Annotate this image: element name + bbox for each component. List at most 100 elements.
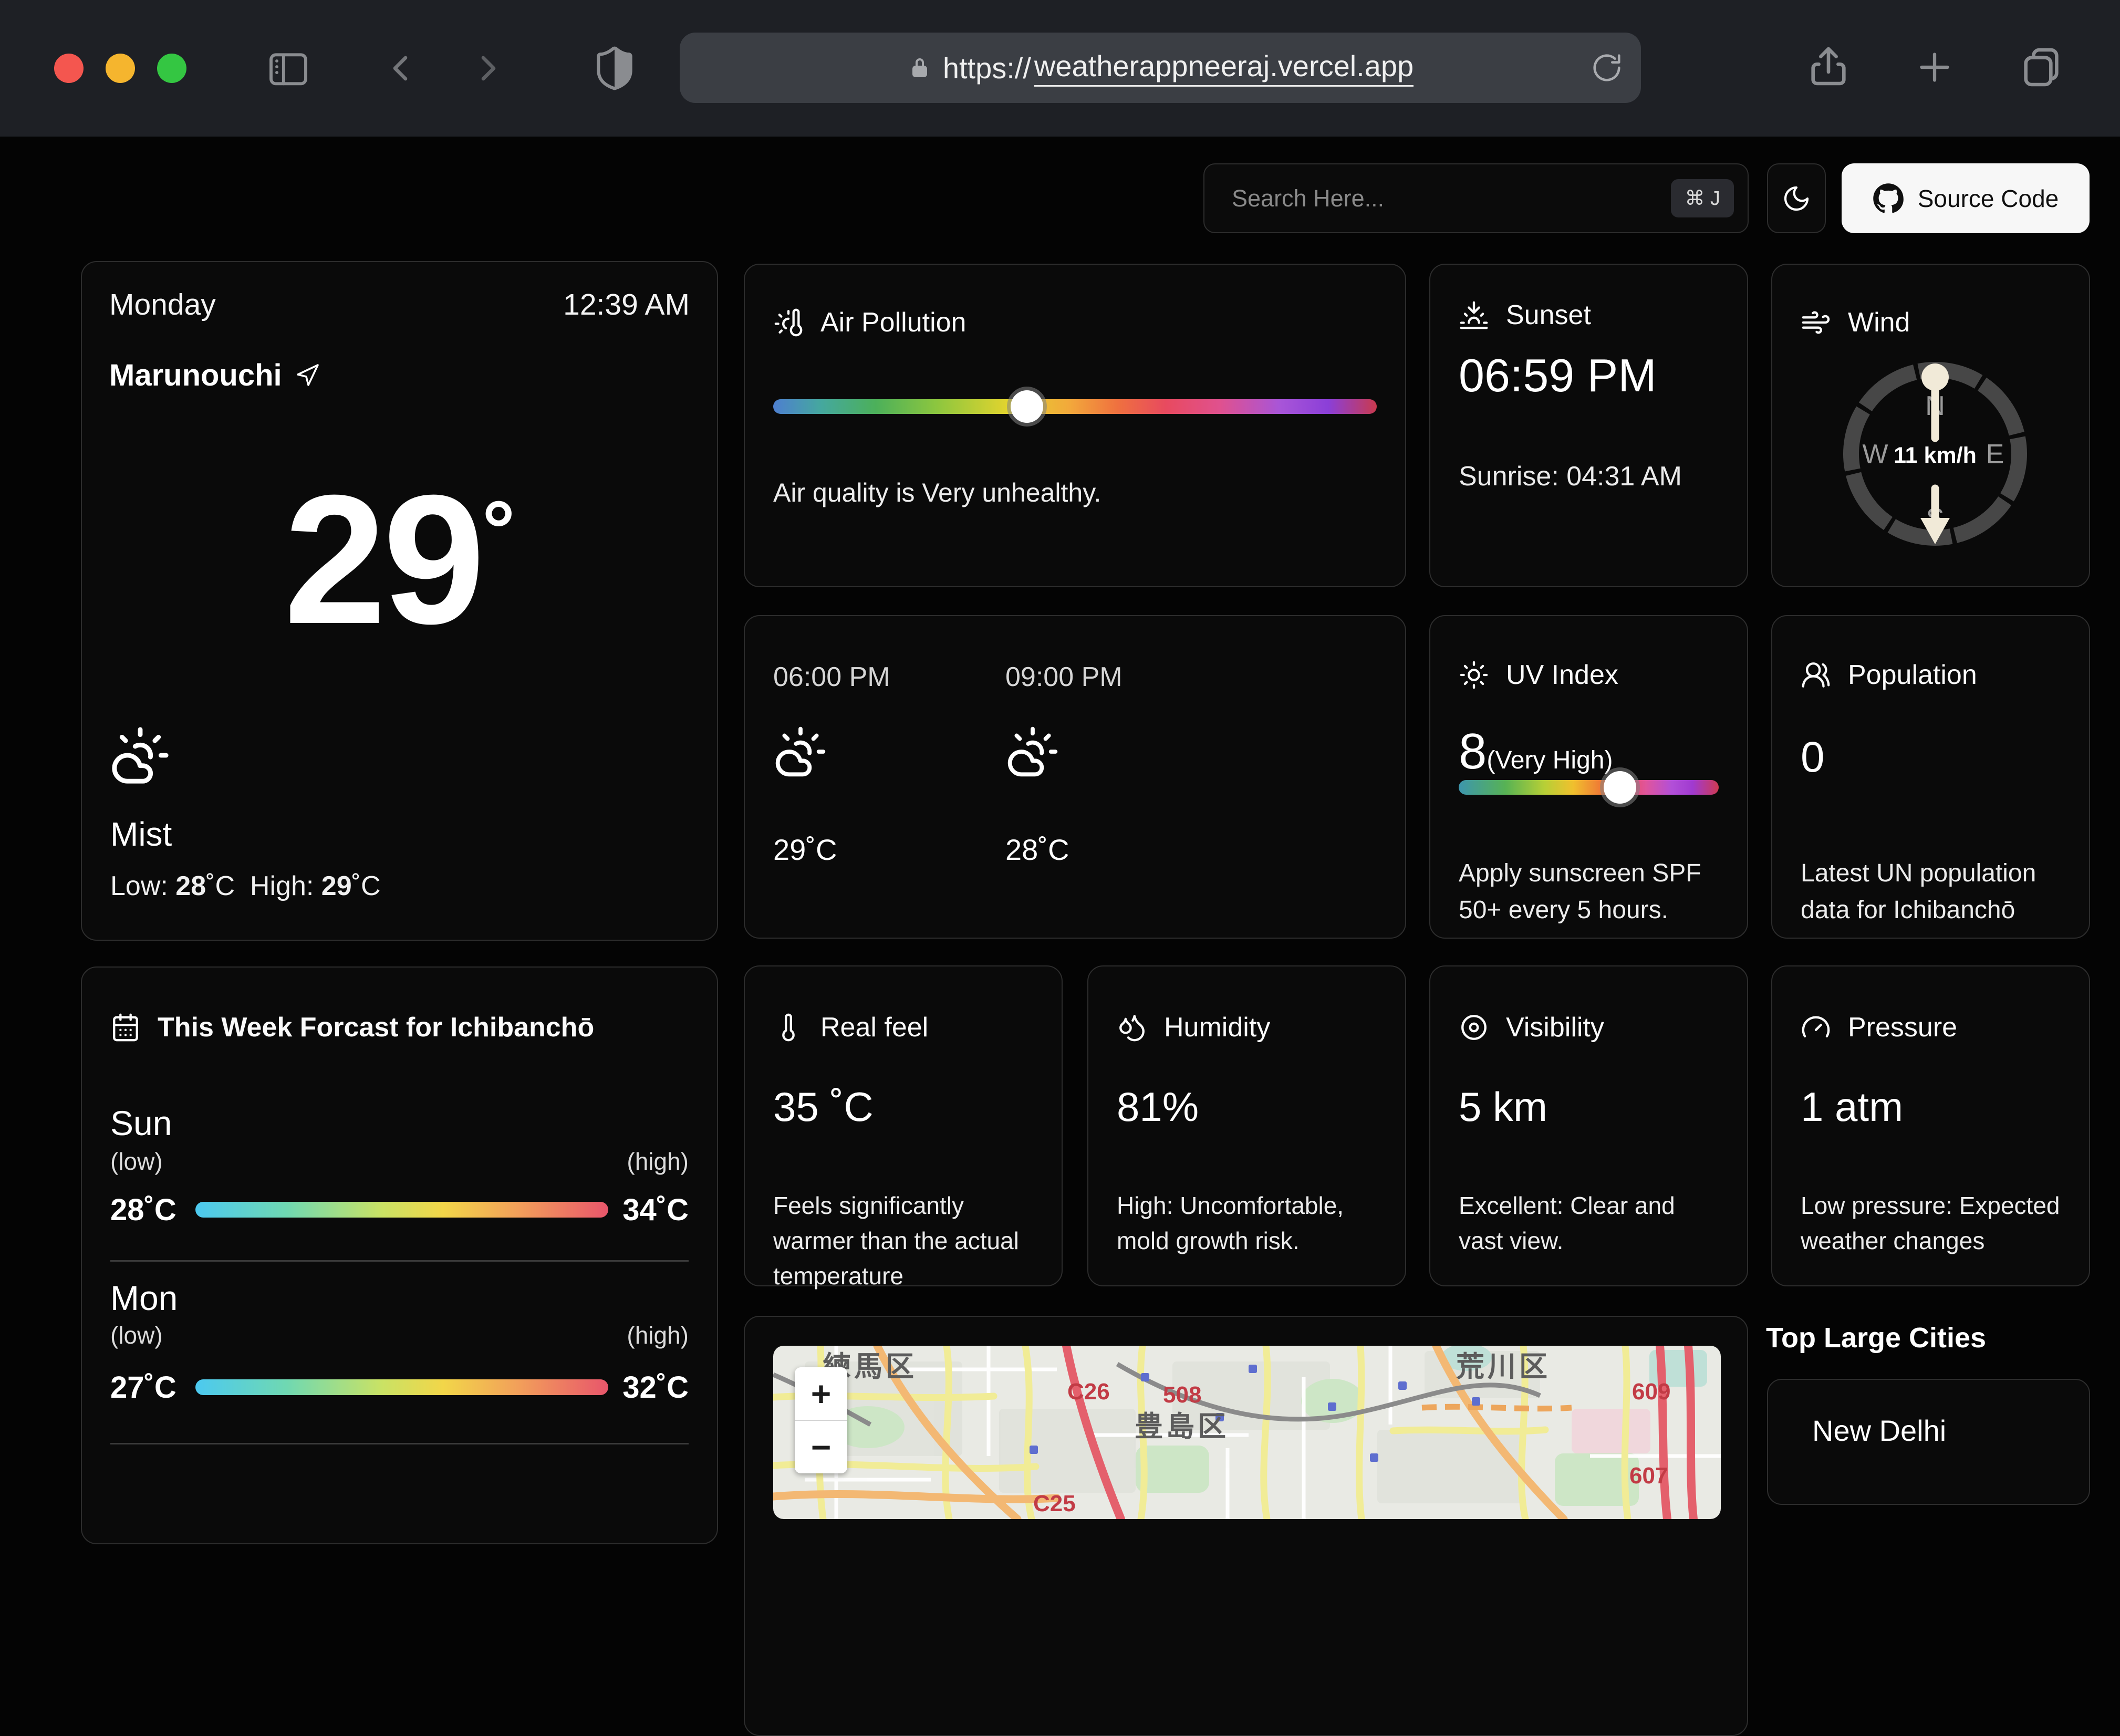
users-icon (1801, 660, 1831, 690)
uv-knob[interactable] (1604, 771, 1636, 804)
visibility-title: Visibility (1506, 1012, 1604, 1043)
uv-index-card: UV Index 8(Very High) Apply sunscreen SP… (1429, 615, 1748, 939)
window-minimize-button[interactable] (106, 54, 135, 83)
sun-icon (1459, 660, 1489, 690)
window-zoom-button[interactable] (157, 54, 186, 83)
theme-toggle-button[interactable] (1767, 163, 1826, 233)
current-day: Monday (109, 287, 216, 322)
population-value: 0 (1801, 733, 1825, 782)
map-route-label: 607 (1629, 1463, 1668, 1489)
visibility-icon (1459, 1012, 1489, 1043)
window-close-button[interactable] (54, 54, 84, 83)
address-bar[interactable]: https://weatherappneeraj.vercel.app (680, 33, 1641, 103)
sunset-icon (1459, 300, 1489, 330)
hourly-temp: 29˚C (773, 833, 837, 867)
population-title: Population (1848, 659, 1977, 691)
moon-icon (1782, 184, 1811, 213)
day-name: Sun (110, 1103, 172, 1143)
current-condition: Mist (110, 815, 172, 854)
real-feel-title: Real feel (820, 1012, 928, 1043)
hourly-forecast-card: 06:00 PM 29˚C 09:00 PM 28˚C (744, 615, 1406, 939)
visibility-value: 5 km (1459, 1083, 1547, 1131)
back-icon[interactable] (379, 47, 421, 89)
svg-text:E: E (1986, 439, 2004, 470)
air-pollution-title: Air Pollution (820, 307, 966, 338)
divider (110, 1443, 689, 1444)
weekly-forecast-card: This Week Forcast for Ichibanchō Sun (lo… (81, 966, 718, 1544)
air-quality-knob[interactable] (1011, 390, 1043, 423)
air-quality-status: Air quality is Very unhealthy. (773, 474, 1377, 512)
current-low-high: Low: 28˚C High: 29˚C (110, 870, 381, 902)
day-name: Mon (110, 1278, 178, 1318)
humidity-note: High: Uncomfortable, mold growth risk. (1117, 1188, 1377, 1259)
day-low-temp: 28˚C (110, 1192, 193, 1228)
sunset-card: Sunset 06:59 PM Sunrise: 04:31 AM (1429, 264, 1748, 587)
svg-text:W: W (1862, 439, 1888, 470)
low-label: (low) (110, 1147, 163, 1176)
visibility-note: Excellent: Clear and vast view. (1459, 1188, 1719, 1259)
current-location: Marunouchi (109, 358, 282, 393)
map-route-label: C25 (1033, 1491, 1076, 1516)
wind-speed: 11 km/h (1894, 443, 1977, 468)
humidity-title: Humidity (1164, 1012, 1270, 1043)
uv-value-row: 8(Very High) (1459, 726, 1613, 777)
pressure-card: Pressure 1 atm Low pressure: Expected we… (1771, 965, 2090, 1286)
droplets-icon (1117, 1012, 1147, 1043)
humidity-card: Humidity 81% High: Uncomfortable, mold g… (1087, 965, 1406, 1286)
city-name: New Delhi (1812, 1413, 1946, 1448)
sunset-time: 06:59 PM (1459, 349, 1657, 402)
tab-overview-icon[interactable] (2018, 44, 2064, 90)
humidity-value: 81% (1117, 1083, 1199, 1131)
uv-title: UV Index (1506, 659, 1618, 691)
map-area-label: 豊島区 (1135, 1411, 1229, 1442)
sidebar-toggle-icon[interactable] (265, 45, 311, 91)
map-zoom-in-button[interactable]: + (795, 1367, 847, 1420)
hourly-temp: 28˚C (1005, 833, 1069, 867)
hourly-time: 09:00 PM (1005, 661, 1123, 693)
browser-chrome: https://weatherappneeraj.vercel.app (0, 0, 2120, 137)
lock-icon (907, 55, 932, 80)
wind-card: Wind N W E S 11 km/h (1771, 264, 2090, 587)
location-arrow-icon[interactable] (295, 363, 320, 388)
day-temp-row: 28˚C 34˚C (110, 1193, 689, 1226)
search-shortcut-badge: ⌘ J (1671, 179, 1734, 217)
low-label: (low) (110, 1321, 163, 1349)
source-code-button[interactable]: Source Code (1842, 163, 2090, 233)
temp-range-bar (195, 1379, 608, 1395)
search-input[interactable] (1231, 184, 1671, 213)
visibility-card: Visibility 5 km Excellent: Clear and vas… (1429, 965, 1748, 1286)
share-icon[interactable] (1805, 43, 1852, 89)
thermometer-sun-icon (773, 307, 804, 338)
github-icon (1873, 183, 1904, 214)
air-pollution-card: Air Pollution Air quality is Very unheal… (744, 264, 1406, 587)
url-domain: weatherappneeraj.vercel.app (1034, 49, 1414, 87)
forward-icon[interactable] (467, 47, 510, 89)
map-route-label: C26 (1067, 1379, 1110, 1405)
map-zoom-out-button[interactable]: − (795, 1420, 847, 1473)
current-weather-card: Monday 12:39 AM Marunouchi 29° Mist Low:… (81, 261, 718, 941)
reload-icon[interactable] (1591, 51, 1623, 84)
search-box[interactable]: ⌘ J (1203, 163, 1749, 233)
divider (110, 1260, 689, 1262)
thermometer-icon (773, 1012, 804, 1043)
pressure-title: Pressure (1848, 1012, 1957, 1043)
day-temp-row: 27˚C 32˚C (110, 1371, 689, 1404)
uv-advice: Apply sunscreen SPF 50+ every 5 hours. (1459, 855, 1719, 929)
map-zoom-control: + − (795, 1367, 847, 1473)
new-tab-icon[interactable] (1913, 45, 1957, 89)
pressure-note: Low pressure: Expected weather changes (1801, 1188, 2061, 1259)
real-feel-value: 35 ˚C (773, 1083, 874, 1131)
cloud-sun-icon (773, 724, 828, 779)
hourly-time: 06:00 PM (773, 661, 890, 693)
weather-map[interactable]: 練馬区 荒川区 豊島区 C26 508 609 607 C25 (773, 1346, 1721, 1519)
real-feel-note: Feels significantly warmer than the actu… (773, 1188, 1033, 1294)
uv-slider[interactable] (1459, 780, 1719, 795)
high-label: (high) (627, 1147, 689, 1176)
map-card: 練馬区 荒川区 豊島区 C26 508 609 607 C25 + − (744, 1316, 1748, 1736)
real-feel-card: Real feel 35 ˚C Feels significantly warm… (744, 965, 1063, 1286)
city-list-item[interactable]: New Delhi (1767, 1379, 2090, 1505)
air-quality-slider[interactable] (773, 399, 1377, 414)
uv-level: (Very High) (1487, 746, 1613, 774)
current-temperature: 29° (82, 468, 717, 652)
privacy-shield-icon[interactable] (590, 44, 639, 92)
